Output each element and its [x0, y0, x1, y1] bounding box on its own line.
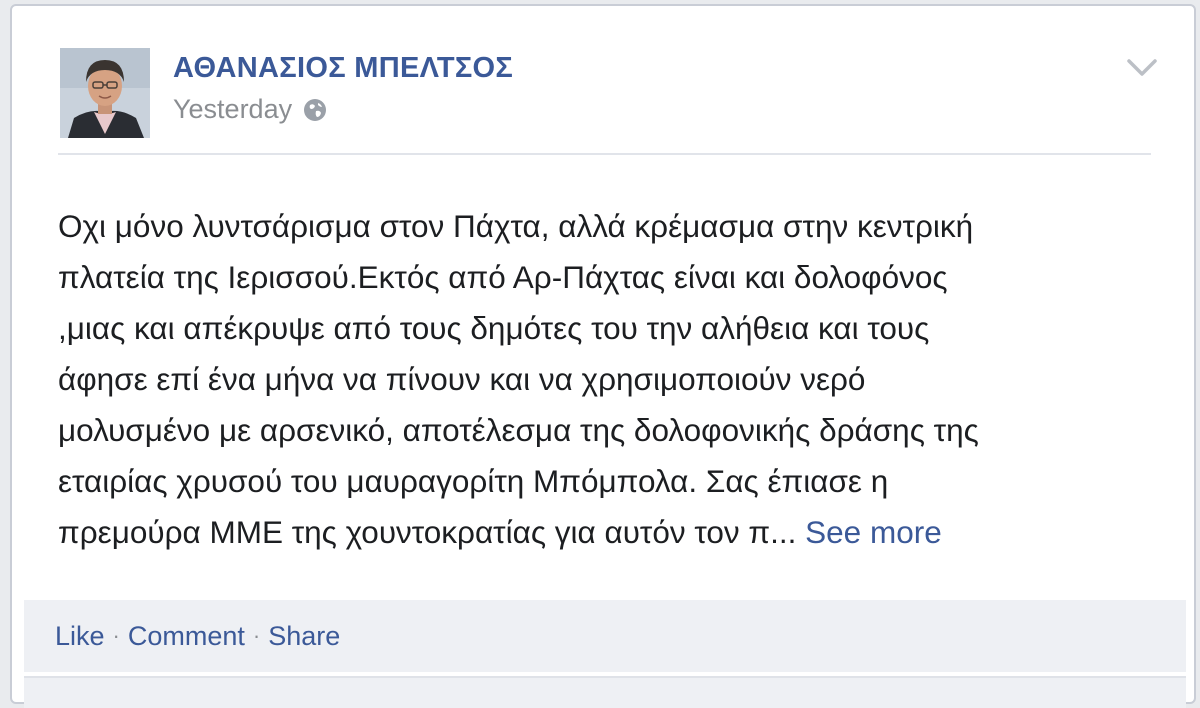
see-more-link[interactable]: See more: [805, 514, 942, 550]
author-avatar[interactable]: [60, 48, 150, 138]
share-link[interactable]: Share: [268, 621, 340, 652]
post-meta: Yesterday: [173, 94, 328, 125]
action-separator: ·: [112, 623, 120, 648]
post-text-line: άφησε επί ένα μήνα να πίνουν και να χρησ…: [58, 361, 866, 397]
like-link[interactable]: Like: [55, 621, 105, 652]
comment-link[interactable]: Comment: [128, 621, 245, 652]
comments-area-edge: [24, 676, 1186, 708]
author-name[interactable]: ΑΘΑΝΑΣΙΟΣ ΜΠΕΛΤΣΟΣ: [173, 52, 513, 85]
globe-icon[interactable]: [302, 97, 328, 123]
post-card: ΑΘΑΝΑΣΙΟΣ ΜΠΕΛΤΣΟΣ Yesterday Οχι μόνο λυ…: [10, 4, 1196, 708]
post-timestamp[interactable]: Yesterday: [173, 94, 292, 125]
post-actions-bar: Like · Comment · Share: [24, 600, 1186, 672]
post-text-last-line: πρεμούρα ΜΜΕ της χουντοκρατίας για αυτόν…: [58, 507, 1168, 558]
post-text-line: πλατεία της Ιερισσού.Εκτός από Αρ-Πάχτας…: [58, 259, 948, 295]
post-text-line: μολυσμένο με αρσενικό, αποτέλεσμα της δο…: [58, 412, 979, 448]
header-divider: [58, 153, 1151, 155]
post-text-line: Οχι μόνο λυντσάρισμα στον Πάχτα, αλλά κρ…: [58, 208, 974, 244]
post-text-line: πρεμούρα ΜΜΕ της χουντοκρατίας για αυτόν…: [58, 514, 797, 550]
action-separator: ·: [252, 623, 261, 648]
post-text-line: ,μιας και απέκρυψε από τους δημότες του …: [58, 310, 930, 346]
post-text-line: εταιρίας χρυσού του μαυραγορίτη Μπόμπολα…: [58, 463, 889, 499]
post-message: Οχι μόνο λυντσάρισμα στον Πάχτα, αλλά κρ…: [58, 201, 1168, 558]
chevron-down-icon[interactable]: [1124, 52, 1160, 82]
author-photo: [60, 48, 150, 138]
